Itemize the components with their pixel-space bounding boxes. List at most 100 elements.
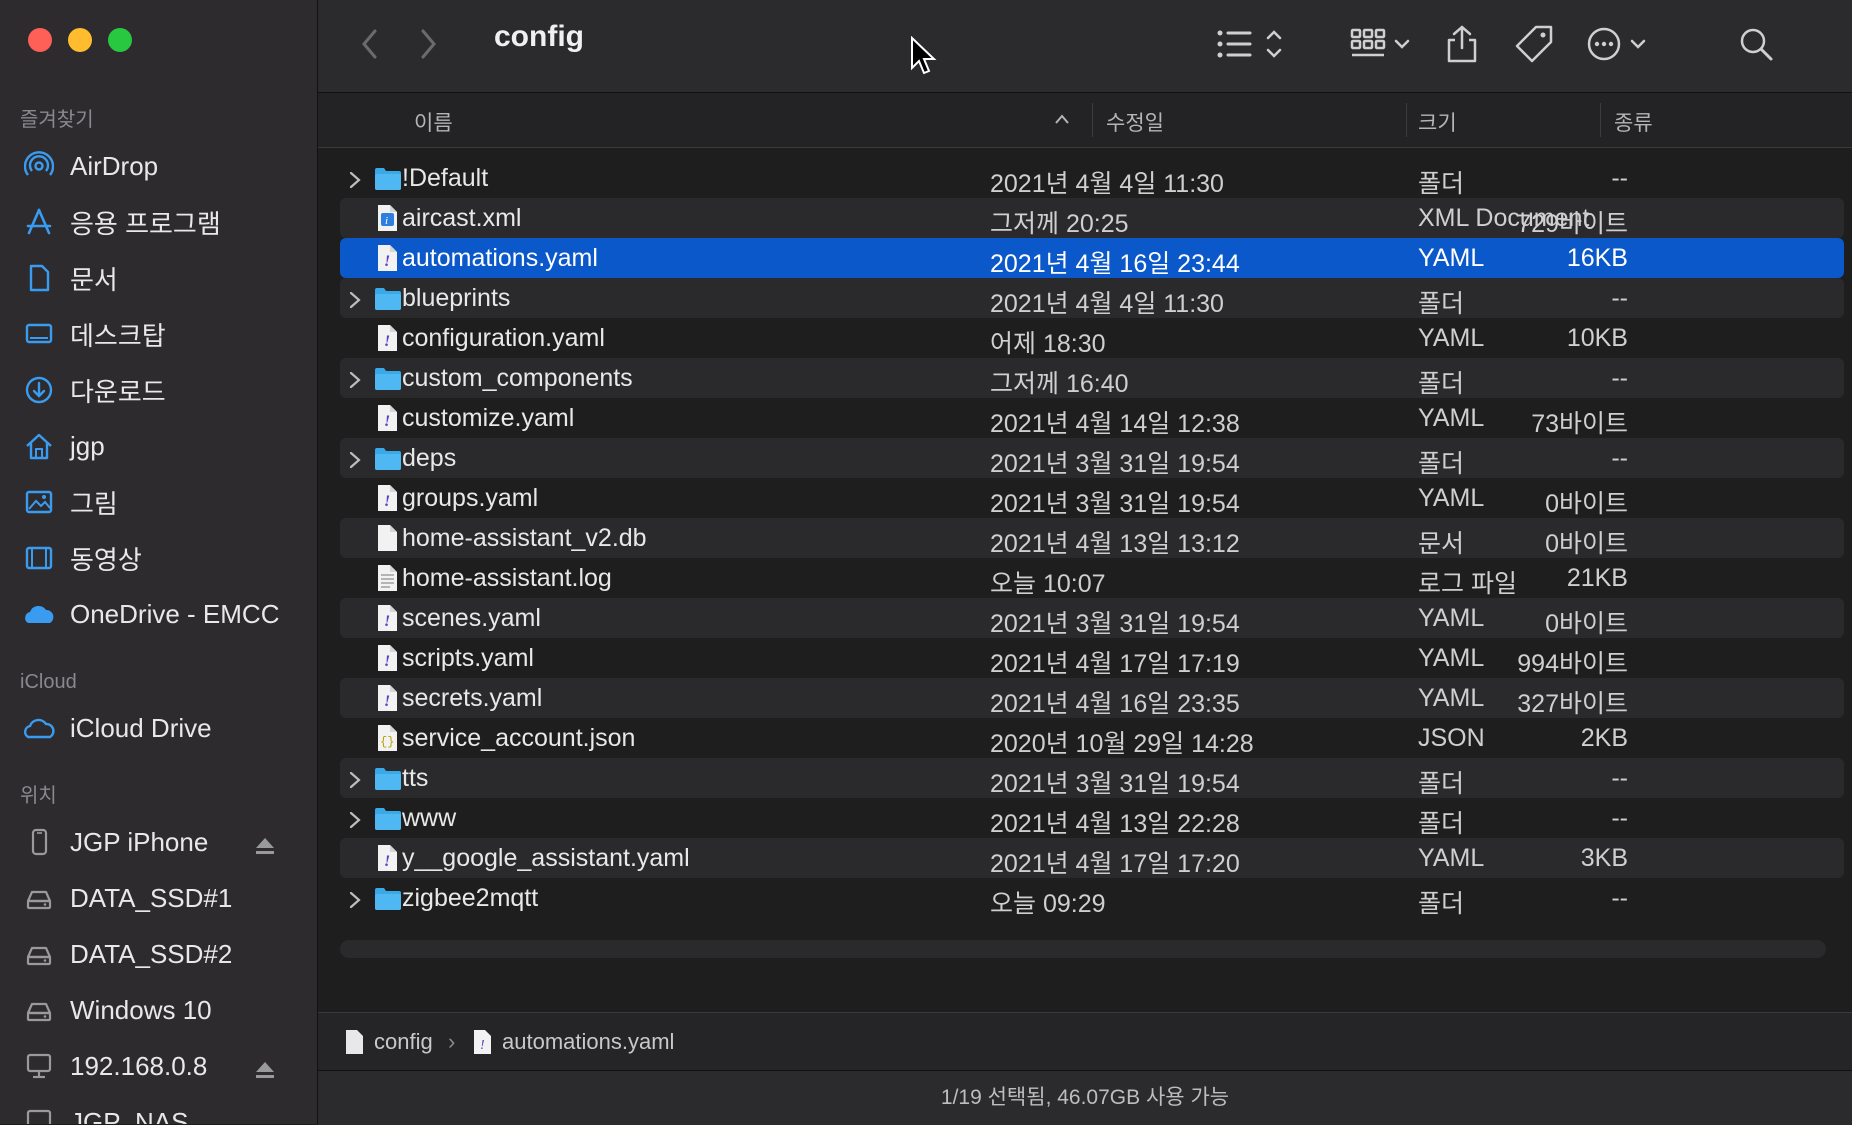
table-row[interactable]: ! configuration.yaml 어제 18:30 10KB YAML bbox=[340, 318, 1844, 358]
file-name: blueprints bbox=[402, 284, 511, 312]
disclosure-chevron-icon[interactable] bbox=[348, 768, 362, 797]
table-row[interactable]: ! automations.yaml 2021년 4월 16일 23:44 16KB Y… bbox=[340, 238, 1844, 278]
onedrive-icon bbox=[22, 597, 56, 631]
file-type-icon bbox=[374, 364, 402, 399]
file-name: secrets.yaml bbox=[402, 684, 543, 712]
column-size[interactable]: 크기 bbox=[1418, 107, 1457, 137]
eject-button[interactable] bbox=[254, 832, 276, 863]
sidebar-item-airdrop[interactable]: AirDrop bbox=[0, 138, 317, 194]
table-row[interactable]: home-assistant_v2.db 2021년 4월 13일 13:12 0바… bbox=[340, 518, 1844, 558]
sidebar-item-데스크탑[interactable]: 데스크탑 bbox=[0, 306, 317, 362]
sidebar-item-label: Windows 10 bbox=[70, 994, 212, 1025]
table-row[interactable]: !Default 2021년 4월 4일 11:30 -- 폴더 bbox=[340, 158, 1844, 198]
sidebar-item-jgp-nas[interactable]: JGP_NAS bbox=[0, 1094, 317, 1125]
file-kind: 로그 파일 bbox=[1418, 570, 1517, 598]
icloud-icon bbox=[22, 711, 56, 745]
table-row[interactable]: deps 2021년 3월 31일 19:54 -- 폴더 bbox=[340, 438, 1844, 478]
share-button[interactable] bbox=[1444, 22, 1480, 66]
table-row[interactable]: ! scenes.yaml 2021년 3월 31일 19:54 0바이트 YAML bbox=[340, 598, 1844, 638]
sidebar-item-응용-프로그램[interactable]: 응용 프로그램 bbox=[0, 194, 317, 250]
yaml-file-icon: ! bbox=[378, 405, 397, 431]
file-date: 그저께 16:40 bbox=[990, 370, 1129, 398]
more-actions-button[interactable] bbox=[1586, 22, 1656, 66]
file-size: 994바이트 bbox=[1517, 650, 1628, 678]
table-row[interactable]: zigbee2mqtt 오늘 09:29 -- 폴더 bbox=[340, 878, 1844, 918]
tag-button[interactable] bbox=[1514, 22, 1554, 66]
table-row[interactable]: ! scripts.yaml 2021년 4월 17일 17:19 994바이트 YAM… bbox=[340, 638, 1844, 678]
table-row[interactable]: www 2021년 4월 13일 22:28 -- 폴더 bbox=[340, 798, 1844, 838]
yaml-file-icon: ! bbox=[378, 605, 397, 631]
file-size: 3KB bbox=[1580, 844, 1628, 872]
sidebar-item-label: OneDrive - EMCC bbox=[70, 598, 280, 629]
file-kind: YAML bbox=[1418, 684, 1485, 712]
file-kind: YAML bbox=[1418, 484, 1485, 512]
sidebar-item-jgp-iphone[interactable]: JGP iPhone bbox=[0, 814, 317, 870]
sidebar-item-onedrive-emcc[interactable]: OneDrive - EMCC bbox=[0, 586, 317, 642]
column-name[interactable]: 이름 bbox=[414, 107, 453, 137]
forward-button[interactable] bbox=[416, 22, 440, 66]
file-date: 2020년 10월 29일 14:28 bbox=[990, 730, 1254, 758]
table-row[interactable]: ! y__google_assistant.yaml 2021년 4월 17일 17… bbox=[340, 838, 1844, 878]
path-folder[interactable]: config bbox=[374, 1029, 433, 1055]
file-name: automations.yaml bbox=[402, 244, 598, 272]
sidebar-item-192-168-0-8[interactable]: 192.168.0.8 bbox=[0, 1038, 317, 1094]
sidebar-item-icloud-drive[interactable]: iCloud Drive bbox=[0, 700, 317, 756]
yaml-file-icon: ! bbox=[378, 485, 397, 511]
column-kind[interactable]: 종류 bbox=[1614, 107, 1653, 137]
sidebar-item-jgp[interactable]: jgp bbox=[0, 418, 317, 474]
disclosure-chevron-icon[interactable] bbox=[348, 448, 362, 477]
table-row[interactable]: ! secrets.yaml 2021년 4월 16일 23:35 327바이트 YAM… bbox=[340, 678, 1844, 718]
yaml-file-icon: ! bbox=[378, 245, 397, 271]
sidebar-item-label: 192.168.0.8 bbox=[70, 1050, 208, 1081]
table-row[interactable]: i aircast.xml 그저께 20:25 729바이트 XML Document bbox=[340, 198, 1844, 238]
download-icon bbox=[22, 373, 56, 407]
table-row[interactable]: {} service_account.json 2020년 10월 29일 14:2… bbox=[340, 718, 1844, 758]
sidebar-item-windows-10[interactable]: Windows 10 bbox=[0, 982, 317, 1038]
sidebar-item-그림[interactable]: 그림 bbox=[0, 474, 317, 530]
sidebar-item-다운로드[interactable]: 다운로드 bbox=[0, 362, 317, 418]
disclosure-chevron-icon[interactable] bbox=[348, 368, 362, 397]
file-size: 0바이트 bbox=[1545, 610, 1628, 638]
table-row[interactable]: blueprints 2021년 4월 4일 11:30 -- 폴더 bbox=[340, 278, 1844, 318]
sidebar-item-label: jgp bbox=[70, 430, 105, 461]
sidebar-item-동영상[interactable]: 동영상 bbox=[0, 530, 317, 586]
table-row[interactable]: ! groups.yaml 2021년 3월 31일 19:54 0바이트 YAML bbox=[340, 478, 1844, 518]
eject-icon[interactable] bbox=[254, 836, 276, 856]
zoom-button[interactable] bbox=[108, 28, 132, 52]
search-button[interactable] bbox=[1738, 22, 1774, 66]
table-row[interactable]: home-assistant.log 오늘 10:07 21KB 로그 파일 bbox=[340, 558, 1844, 598]
folder-icon bbox=[375, 448, 401, 470]
file-type-icon: ! bbox=[374, 844, 402, 879]
document-icon bbox=[22, 261, 56, 295]
yaml-file-icon: ! bbox=[378, 325, 397, 351]
sidebar-item-문서[interactable]: 문서 bbox=[0, 250, 317, 306]
view-options-button[interactable] bbox=[1216, 22, 1286, 66]
column-divider bbox=[1406, 103, 1407, 137]
file-date: 2021년 4월 13일 13:12 bbox=[990, 530, 1240, 558]
horizontal-scrollbar[interactable] bbox=[340, 940, 1826, 958]
sidebar-item-label: 응용 프로그램 bbox=[70, 208, 221, 239]
path-file[interactable]: automations.yaml bbox=[502, 1029, 674, 1055]
disclosure-chevron-icon[interactable] bbox=[348, 168, 362, 197]
disclosure-chevron-icon[interactable] bbox=[348, 888, 362, 917]
disclosure-chevron-icon[interactable] bbox=[348, 288, 362, 317]
sidebar-item-data-ssd-2[interactable]: DATA_SSD#2 bbox=[0, 926, 317, 982]
eject-icon[interactable] bbox=[254, 1060, 276, 1080]
svg-text:!: ! bbox=[384, 693, 390, 710]
close-button[interactable] bbox=[28, 28, 52, 52]
back-button[interactable] bbox=[358, 22, 382, 66]
table-row[interactable]: tts 2021년 3월 31일 19:54 -- 폴더 bbox=[340, 758, 1844, 798]
group-button[interactable] bbox=[1350, 22, 1420, 66]
home-icon bbox=[22, 429, 56, 463]
disclosure-chevron-icon[interactable] bbox=[348, 808, 362, 837]
table-row[interactable]: ! customize.yaml 2021년 4월 14일 12:38 73바이트 YA… bbox=[340, 398, 1844, 438]
file-name: custom_components bbox=[402, 364, 633, 392]
column-modified[interactable]: 수정일 bbox=[1106, 107, 1164, 137]
table-row[interactable]: custom_components 그저께 16:40 -- 폴더 bbox=[340, 358, 1844, 398]
file-type-icon bbox=[374, 764, 402, 799]
file-name: tts bbox=[402, 764, 429, 792]
sidebar-item-label: JGP_NAS bbox=[70, 1106, 189, 1125]
sidebar-item-data-ssd-1[interactable]: DATA_SSD#1 bbox=[0, 870, 317, 926]
eject-button[interactable] bbox=[254, 1056, 276, 1087]
minimize-button[interactable] bbox=[68, 28, 92, 52]
